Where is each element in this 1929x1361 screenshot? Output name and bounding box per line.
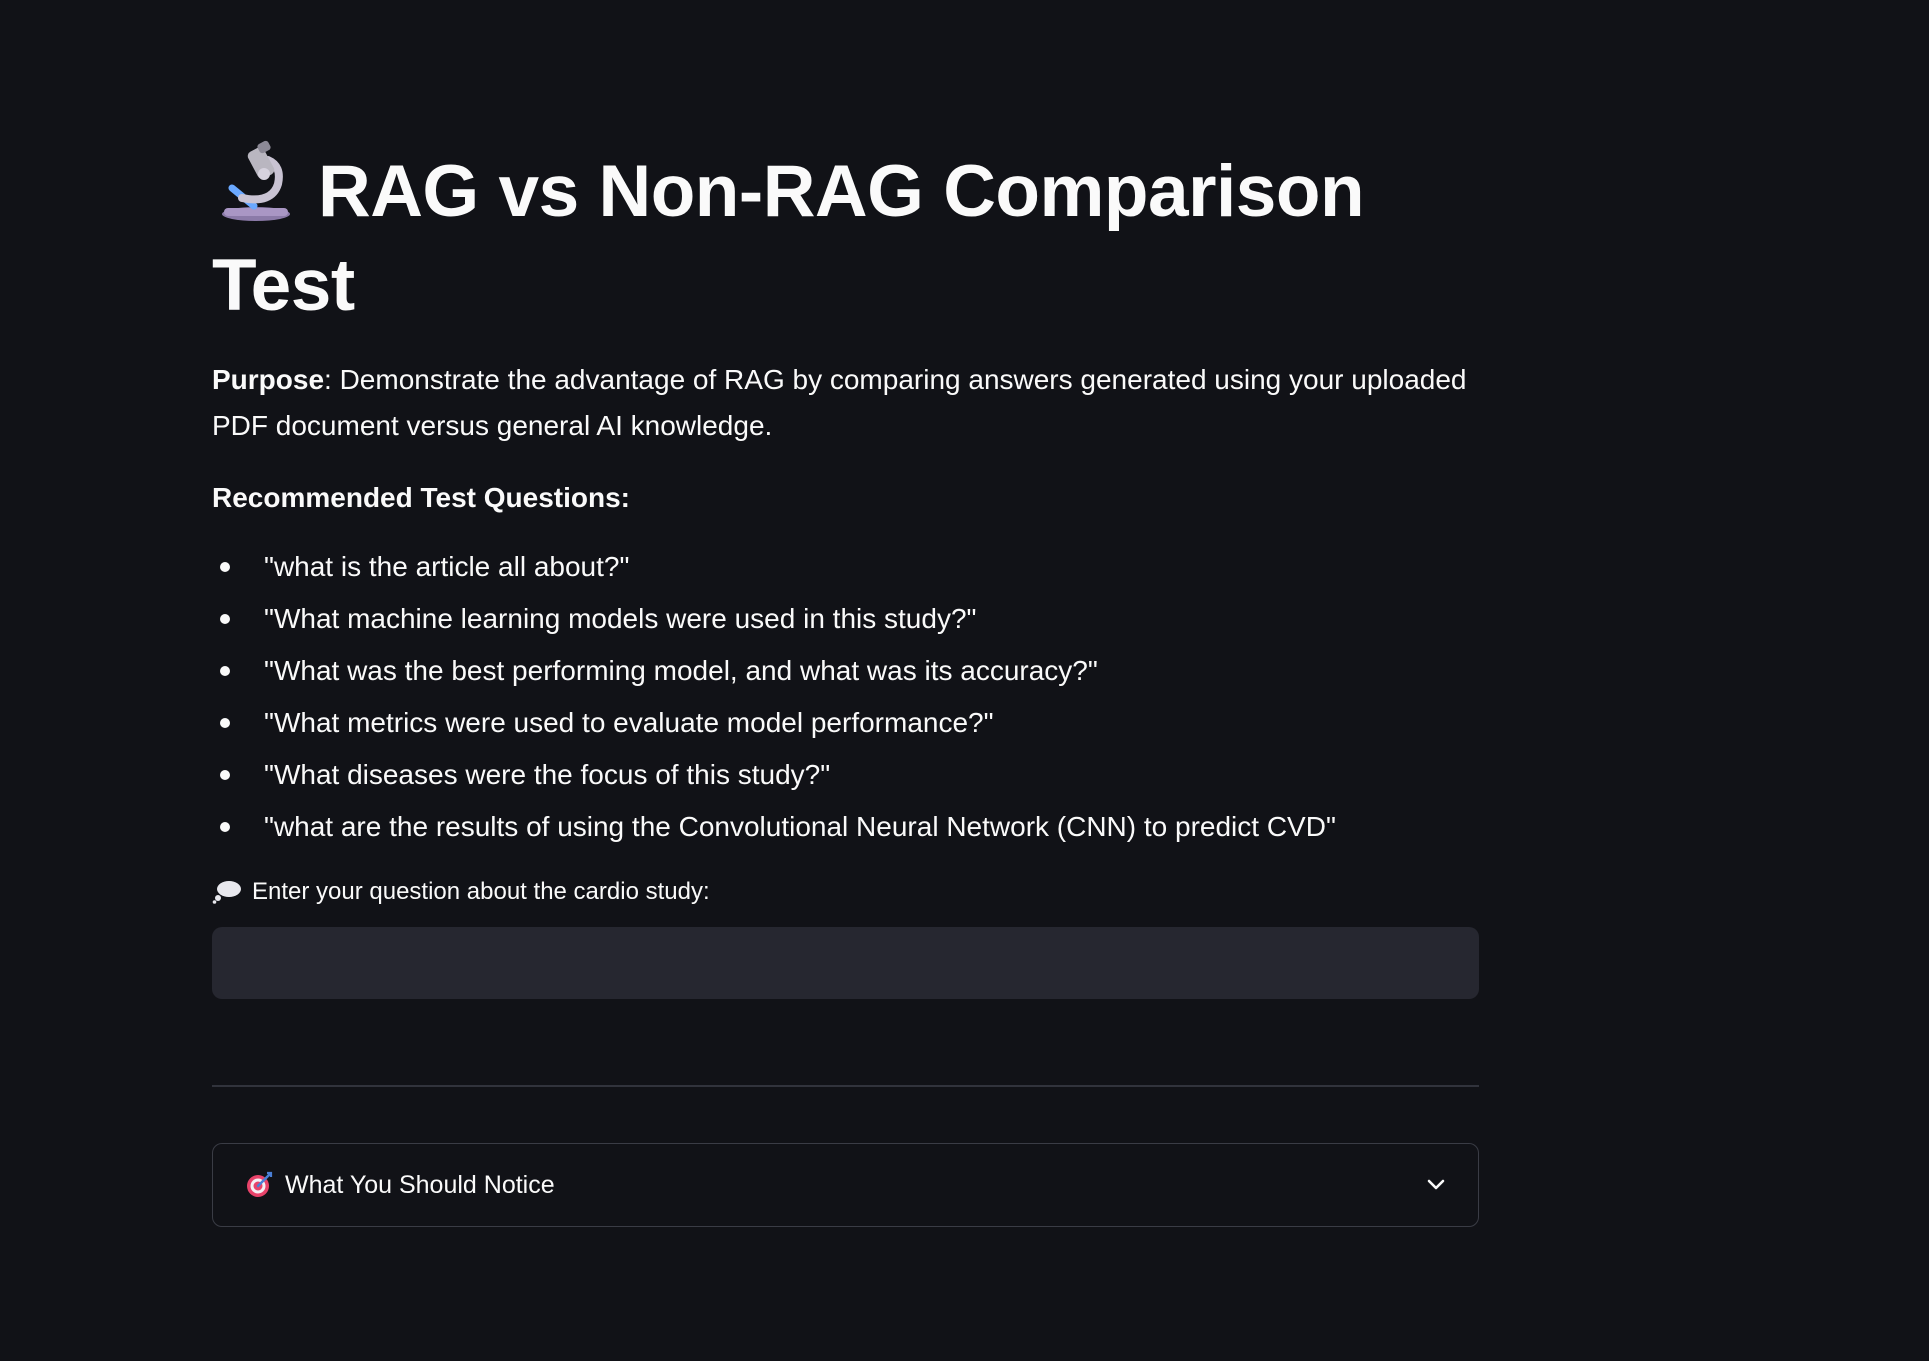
question-input[interactable] xyxy=(212,927,1479,999)
divider xyxy=(212,1085,1479,1087)
what-you-should-notice-expander[interactable]: What You Should Notice xyxy=(212,1143,1479,1227)
list-item: "What metrics were used to evaluate mode… xyxy=(212,703,1479,743)
thought-bubble-icon xyxy=(212,881,241,904)
purpose-text: : Demonstrate the advantage of RAG by co… xyxy=(212,364,1467,441)
bullet-icon xyxy=(220,718,230,728)
target-icon xyxy=(247,1171,273,1197)
purpose-label: Purpose xyxy=(212,364,325,395)
question-text: "What was the best performing model, and… xyxy=(264,655,1098,686)
page-title-text: RAG vs Non-RAG Comparison Test xyxy=(212,151,1365,326)
list-item: "What was the best performing model, and… xyxy=(212,651,1479,691)
bullet-icon xyxy=(220,770,230,780)
list-item: "what are the results of using the Convo… xyxy=(212,807,1479,847)
list-item: "what is the article all about?" xyxy=(212,547,1479,587)
expander-label: What You Should Notice xyxy=(285,1170,555,1199)
page-title: RAG vs Non-RAG Comparison Test xyxy=(212,140,1479,333)
purpose-paragraph: Purpose: Demonstrate the advantage of RA… xyxy=(212,357,1479,449)
main-content: RAG vs Non-RAG Comparison Test Purpose: … xyxy=(212,140,1479,1227)
bullet-icon xyxy=(220,822,230,832)
question-text: "what are the results of using the Convo… xyxy=(264,811,1336,842)
question-input-label: Enter your question about the cardio stu… xyxy=(212,875,1479,909)
bullet-icon xyxy=(220,562,230,572)
recommended-questions-heading: Recommended Test Questions: xyxy=(212,482,631,513)
question-text: "what is the article all about?" xyxy=(264,551,630,582)
microscope-icon xyxy=(222,140,290,221)
list-item: "What diseases were the focus of this st… xyxy=(212,755,1479,795)
question-input-label-text: Enter your question about the cardio stu… xyxy=(252,878,710,905)
list-item: "What machine learning models were used … xyxy=(212,599,1479,639)
bullet-icon xyxy=(220,666,230,676)
recommended-questions-list: "what is the article all about?" "What m… xyxy=(212,547,1479,847)
bullet-icon xyxy=(220,614,230,624)
question-text: "What machine learning models were used … xyxy=(264,603,977,634)
chevron-down-icon[interactable] xyxy=(1424,1173,1448,1197)
question-text: "What metrics were used to evaluate mode… xyxy=(264,707,994,738)
question-text: "What diseases were the focus of this st… xyxy=(264,759,831,790)
